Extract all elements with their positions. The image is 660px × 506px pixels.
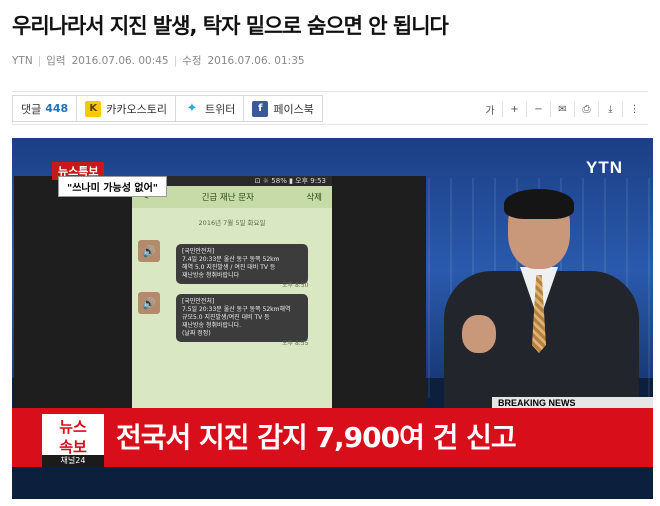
input-label: 입력 [46, 55, 66, 67]
message-line: 재난방송 청취바랍니다 [182, 272, 240, 279]
comments-count: 448 [45, 102, 69, 115]
kakaostory-label: 카카오스토리 [106, 102, 167, 116]
breaking-badge: 뉴스 속보 [42, 414, 104, 460]
message-line: 7.4일 20:33분 울산 동구 동쪽 52km [182, 256, 280, 263]
meta-divider: | [173, 55, 178, 67]
presenter-figure [432, 189, 647, 408]
channel-label: 채널24 [42, 455, 104, 467]
save-icon[interactable]: ⤓ [598, 101, 622, 117]
twitter-label: 트위터 [204, 102, 236, 116]
phone-screenshot: ⊡ ☼ 58% ▮ 오후 9:53 < 긴급 재난 문자 삭제 2016년 7월… [132, 176, 332, 408]
presenter-hand [462, 315, 496, 353]
message-line: 재난방송 청취바랍니다. [182, 322, 242, 329]
comments-button[interactable]: 댓글 448 [13, 96, 78, 121]
zoom-in-icon[interactable]: + [502, 101, 526, 117]
font-size-icon[interactable]: 가 [478, 101, 502, 117]
message-line: 7.5일 20:33분 울산 동구 동쪽 52km해역 [182, 306, 291, 313]
breaking-badge-line: 속보 [59, 438, 87, 456]
facebook-share-button[interactable]: f 페이스북 [244, 96, 321, 121]
presenter-hair [504, 189, 574, 219]
kakaostory-share-button[interactable]: K 카카오스토리 [77, 96, 176, 121]
message-time: 오후 8:55 [282, 340, 309, 347]
twitter-share-button[interactable]: ✦ 트위터 [176, 96, 245, 121]
article-headline: 우리나라서 지진 발생, 탁자 밑으로 숨으면 안 됩니다 [12, 14, 449, 38]
comments-label: 댓글 [21, 102, 42, 116]
message-line: 규모5.0 지진발생/여진 대비 TV 등 [182, 314, 270, 321]
message-line: (날짜 정정) [182, 330, 211, 337]
ytn-logo: YTN [586, 158, 623, 177]
phone-app-title: 긴급 재난 문자 [201, 193, 254, 203]
article-toolbar: 댓글 448 K 카카오스토리 ✦ 트위터 f 페이스북 가 + − ✉ ⎙ ⤓… [12, 91, 648, 125]
more-icon[interactable]: ⋮ [622, 101, 646, 117]
meta-divider: | [37, 55, 42, 67]
print-icon[interactable]: ⎙ [574, 101, 598, 117]
message-line: [국민안전처] [182, 298, 215, 305]
message-line: [국민안전처] [182, 248, 215, 255]
facebook-label: 페이스북 [273, 102, 314, 116]
edit-label: 수정 [182, 55, 202, 67]
ticker-headline: 전국서 지진 감지 7,900여 건 신고 [116, 421, 517, 454]
facebook-icon: f [252, 100, 269, 117]
breaking-badge-line: 뉴스 [59, 418, 87, 436]
message-time: 오후 8:50 [282, 282, 309, 289]
speaker-icon: 🔊 [138, 292, 160, 314]
twitter-icon: ✦ [186, 101, 198, 116]
speaker-icon: 🔊 [138, 240, 160, 262]
message-line: 해역 5.0 지진발생 / 여진 대비 TV 등 [182, 264, 276, 271]
phone-delete-label: 삭제 [306, 193, 322, 203]
quote-caption: "쓰나미 가능성 없어" [58, 176, 167, 197]
news-video-frame[interactable]: ⊡ ☼ 58% ▮ 오후 9:53 < 긴급 재난 문자 삭제 2016년 7월… [12, 138, 653, 499]
phone-screen-panel: ⊡ ☼ 58% ▮ 오후 9:53 < 긴급 재난 문자 삭제 2016년 7월… [14, 176, 426, 408]
phone-date: 2016년 7월 5일 화요일 [198, 219, 266, 227]
article-tools: 가 + − ✉ ⎙ ⤓ ⋮ [478, 101, 646, 117]
input-time: 2016.07.06. 00:45 [71, 55, 169, 67]
email-icon[interactable]: ✉ [550, 101, 574, 117]
edit-time: 2016.07.06. 01:35 [207, 55, 305, 67]
share-group: 댓글 448 K 카카오스토리 ✦ 트위터 f 페이스북 [12, 95, 323, 122]
alert-message-2: [국민안전처] 7.5일 20:33분 울산 동구 동쪽 52km해역 규모5.… [176, 294, 308, 342]
article-meta: YTN | 입력 2016.07.06. 00:45 | 수정 2016.07.06. 01… [12, 53, 305, 68]
kakaostory-icon: K [85, 100, 102, 117]
zoom-out-icon[interactable]: − [526, 101, 550, 117]
article-source: YTN [12, 55, 33, 67]
alert-message-1: [국민안전처] 7.4일 20:33분 울산 동구 동쪽 52km 해역 5.0… [176, 244, 308, 284]
